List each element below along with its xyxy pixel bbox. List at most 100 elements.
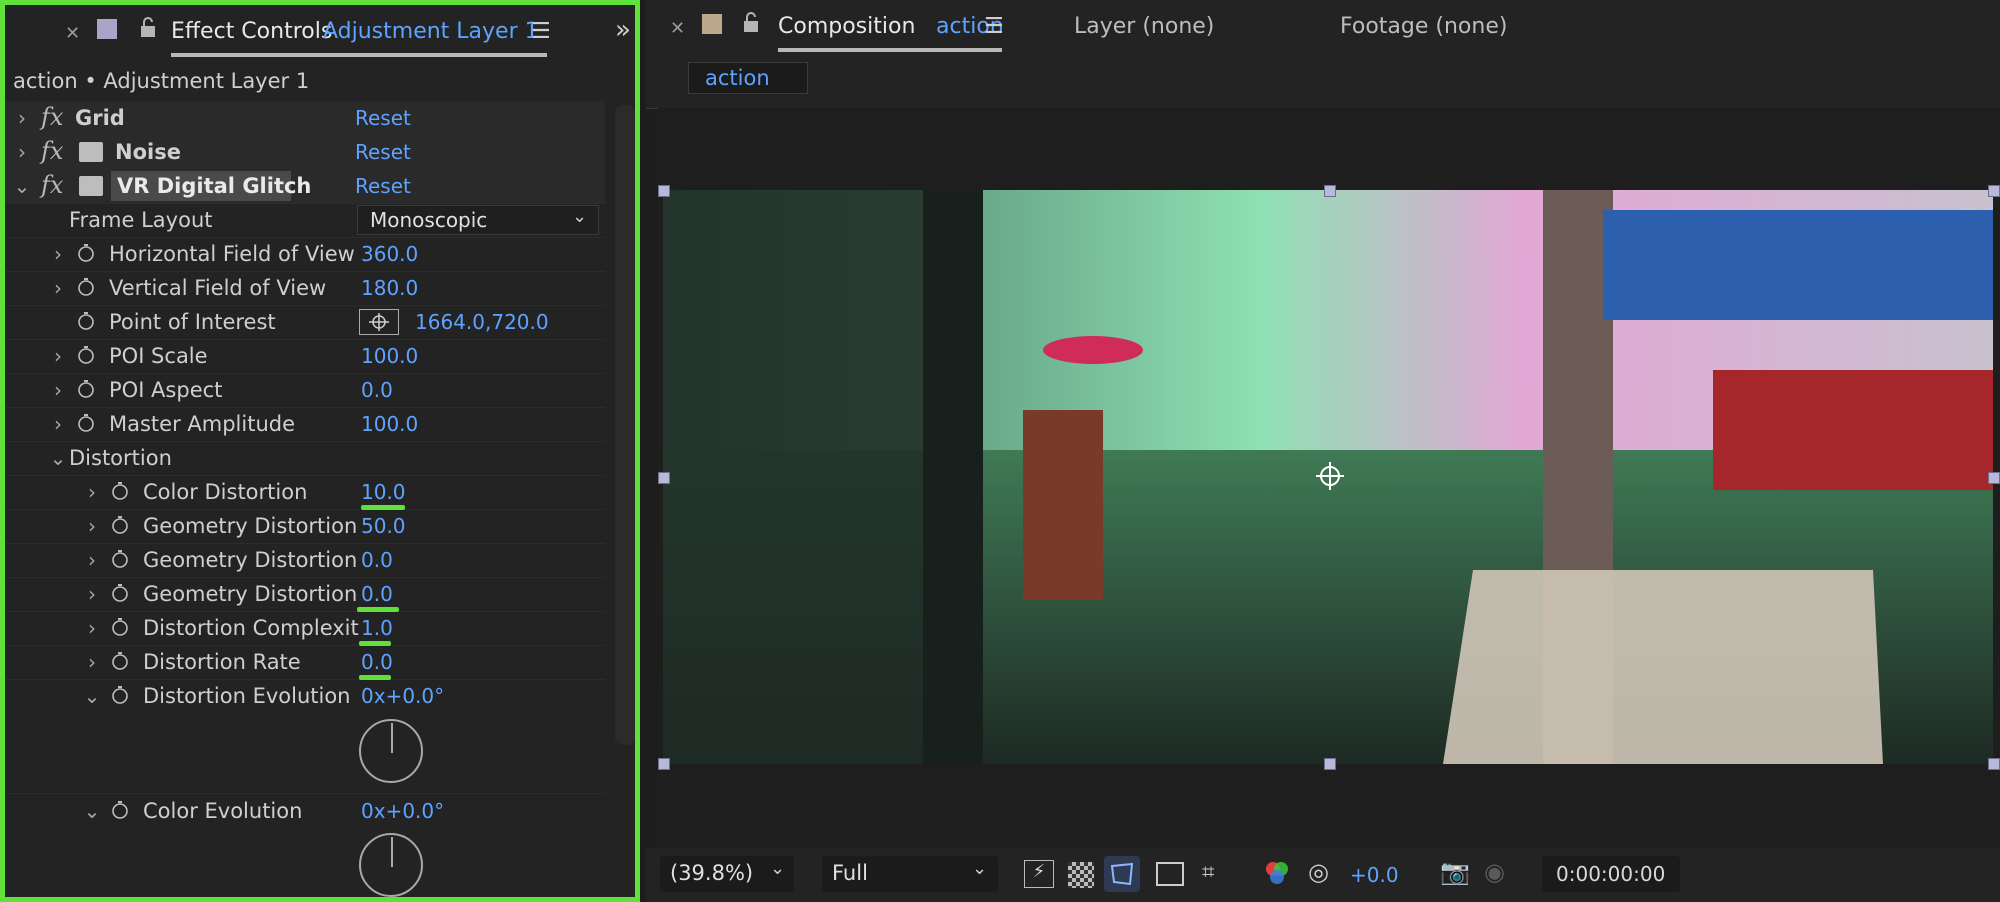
stopwatch-icon[interactable]	[77, 244, 95, 262]
chevron-right-icon[interactable]: ›	[83, 548, 101, 572]
param-row[interactable]: › POI Aspect 0.0	[5, 373, 605, 408]
rotation-dial[interactable]	[359, 833, 423, 897]
chevron-right-icon[interactable]: ›	[13, 106, 31, 130]
channel-color-icon[interactable]	[1262, 858, 1292, 888]
stopwatch-icon[interactable]	[77, 312, 95, 330]
chevron-down-icon[interactable]: ⌄	[13, 174, 31, 198]
effect-row-vr-digital-glitch[interactable]: ⌄ fx VR Digital Glitch Reset	[5, 169, 605, 204]
transform-handle[interactable]	[658, 185, 670, 197]
stopwatch-icon[interactable]	[111, 584, 129, 602]
transparency-grid-icon[interactable]	[1068, 862, 1094, 888]
fx-icon[interactable]: fx	[41, 137, 63, 165]
chevron-right-icon[interactable]: ›	[49, 378, 67, 402]
fx-icon[interactable]: fx	[41, 171, 63, 199]
transform-handle[interactable]	[658, 472, 670, 484]
lock-icon[interactable]	[139, 17, 157, 39]
param-row[interactable]: › Color Distortion 10.0	[5, 475, 605, 510]
chevron-right-icon[interactable]: ›	[13, 140, 31, 164]
camera-snapshot-icon[interactable]: 📷	[1440, 858, 1470, 886]
show-snapshot-icon[interactable]: ◉	[1484, 858, 1505, 886]
param-value[interactable]: 0.0	[361, 650, 393, 674]
param-row[interactable]: › Master Amplitude 100.0	[5, 407, 605, 442]
timecode-display[interactable]: 0:00:00:00	[1542, 856, 1680, 892]
fast-previews-icon[interactable]: ⚡	[1024, 860, 1054, 888]
param-value[interactable]: 1.0	[361, 616, 393, 640]
chevron-right-icon[interactable]: ›	[83, 616, 101, 640]
close-icon[interactable]: ✕	[670, 18, 685, 39]
chevron-right-icon[interactable]: ›	[49, 276, 67, 300]
reset-button[interactable]: Reset	[355, 174, 411, 198]
chevron-right-icon[interactable]: ›	[83, 480, 101, 504]
crosshair-target-icon[interactable]	[359, 309, 399, 335]
composition-tab-label[interactable]: Composition	[778, 14, 915, 39]
transform-handle[interactable]	[658, 758, 670, 770]
anchor-point-icon[interactable]	[1314, 460, 1346, 492]
param-row[interactable]: › Distortion Rate 0.0	[5, 645, 605, 680]
param-value[interactable]: 0.0	[361, 582, 393, 606]
stopwatch-icon[interactable]	[77, 414, 95, 432]
chevron-right-icon[interactable]: ›	[49, 242, 67, 266]
stopwatch-icon[interactable]	[111, 652, 129, 670]
transform-handle[interactable]	[1988, 758, 2000, 770]
chevron-down-icon[interactable]: ⌄	[49, 446, 67, 470]
param-row[interactable]: › Distortion Complexit 1.0	[5, 611, 605, 646]
chevron-right-icon[interactable]: ›	[49, 412, 67, 436]
stopwatch-icon[interactable]	[111, 801, 129, 819]
param-row[interactable]: › Geometry Distortion 0.0	[5, 577, 605, 612]
chevron-down-icon[interactable]: ⌄	[83, 684, 101, 708]
close-icon[interactable]: ✕	[65, 23, 80, 44]
param-value[interactable]: 10.0	[361, 480, 406, 504]
stopwatch-icon[interactable]	[111, 686, 129, 704]
param-value[interactable]: 180.0	[361, 276, 418, 300]
effect-row-noise[interactable]: › fx Noise Reset	[5, 135, 605, 170]
composition-viewer[interactable]	[658, 108, 2000, 848]
param-row[interactable]: ⌄ Color Evolution 0x+0.0°	[5, 793, 605, 828]
mask-visibility-icon[interactable]	[1104, 856, 1140, 892]
expand-panels-icon[interactable]: »	[615, 15, 631, 45]
transform-handle[interactable]	[1324, 758, 1336, 770]
param-value[interactable]: 0x+0.0°	[361, 684, 444, 708]
resolution-dropdown[interactable]: Full ⌄	[822, 856, 998, 892]
stopwatch-icon[interactable]	[111, 618, 129, 636]
frame-layout-dropdown[interactable]: Monoscopic ⌄	[357, 205, 599, 235]
param-row[interactable]: › Geometry Distortion 50.0	[5, 509, 605, 544]
layer-tab[interactable]: Layer (none)	[1074, 14, 1214, 39]
magnification-dropdown[interactable]: (39.8%) ⌄	[660, 856, 794, 892]
effect-row-grid[interactable]: › fx Grid Reset	[5, 101, 605, 136]
transform-handle[interactable]	[1988, 472, 2000, 484]
transform-handle[interactable]	[1324, 185, 1336, 197]
stopwatch-icon[interactable]	[111, 482, 129, 500]
footage-tab[interactable]: Footage (none)	[1340, 14, 1507, 39]
exposure-reset-icon[interactable]: ◎	[1308, 858, 1329, 886]
panel-menu-icon[interactable]: ☰	[531, 19, 551, 44]
stopwatch-icon[interactable]	[111, 516, 129, 534]
chevron-right-icon[interactable]: ›	[83, 582, 101, 606]
param-row[interactable]: › Vertical Field of View 180.0	[5, 271, 605, 306]
effect-controls-tab-label[interactable]: Effect Controls	[171, 19, 332, 44]
grid-guides-icon[interactable]: ⌗	[1202, 860, 1214, 885]
reset-button[interactable]: Reset	[355, 106, 411, 130]
stopwatch-icon[interactable]	[77, 346, 95, 364]
chevron-down-icon[interactable]: ⌄	[83, 799, 101, 823]
group-row-distortion[interactable]: ⌄ Distortion	[5, 441, 605, 476]
stopwatch-icon[interactable]	[111, 550, 129, 568]
lock-icon[interactable]	[742, 12, 760, 34]
param-value[interactable]: 0x+0.0°	[361, 799, 444, 823]
fx-icon[interactable]: fx	[41, 103, 63, 131]
transform-handle[interactable]	[1988, 185, 2000, 197]
rotation-dial[interactable]	[359, 719, 423, 783]
panel-menu-icon[interactable]: ☰	[984, 14, 1004, 39]
param-row[interactable]: ⌄ Distortion Evolution 0x+0.0°	[5, 679, 605, 713]
param-value[interactable]: 360.0	[361, 242, 418, 266]
panel-scrollbar[interactable]	[615, 105, 635, 745]
param-value[interactable]: 0.0	[361, 378, 393, 402]
reset-button[interactable]: Reset	[355, 140, 411, 164]
param-row[interactable]: Point of Interest 1664.0,720.0	[5, 305, 605, 340]
region-of-interest-icon[interactable]	[1156, 862, 1184, 886]
param-row[interactable]: › POI Scale 100.0	[5, 339, 605, 374]
param-value[interactable]: 1664.0,720.0	[415, 310, 549, 334]
param-row[interactable]: › Horizontal Field of View 360.0	[5, 237, 605, 272]
exposure-value[interactable]: +0.0	[1350, 863, 1399, 887]
effect-controls-layer-name[interactable]: Adjustment Layer 1	[323, 19, 539, 44]
param-value[interactable]: 100.0	[361, 344, 418, 368]
